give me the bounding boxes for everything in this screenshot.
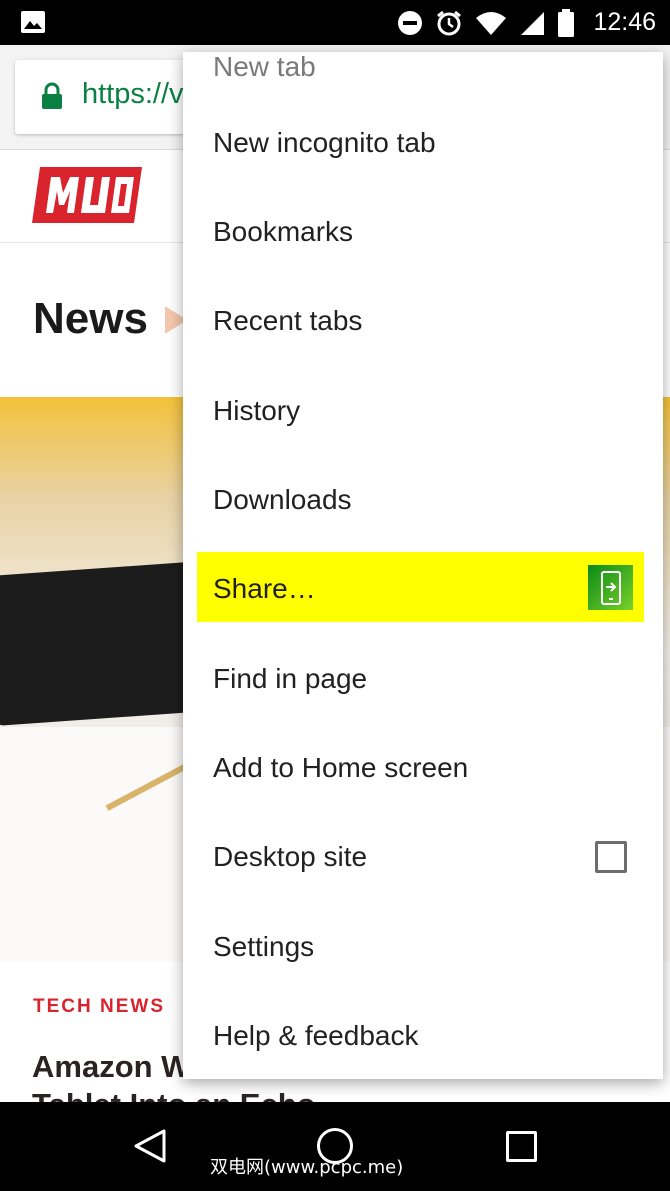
article-category[interactable]: TECH NEWS [33, 996, 165, 1018]
overflow-menu: New tab New incognito tab Bookmarks Rece… [183, 52, 663, 1079]
wifi-icon [476, 11, 507, 35]
section-title: News [33, 294, 148, 343]
menu-item-add-to-home-screen[interactable]: Add to Home screen [183, 723, 663, 812]
desktop-site-checkbox[interactable] [595, 841, 627, 873]
status-bar: 12:46 [0, 0, 670, 45]
phone-share-glyph [600, 570, 621, 605]
battery-icon [558, 8, 575, 37]
do-not-disturb-icon [398, 10, 423, 35]
menu-item-desktop-site[interactable]: Desktop site [183, 812, 663, 901]
lock-icon [42, 82, 62, 109]
url-text[interactable]: https://v [82, 78, 184, 111]
recent-apps-icon[interactable] [506, 1131, 537, 1162]
share-icon[interactable] [588, 565, 633, 610]
clock-time: 12:46 [593, 8, 656, 36]
menu-item-bookmarks[interactable]: Bookmarks [183, 187, 663, 276]
menu-item-downloads[interactable]: Downloads [183, 455, 663, 544]
watermark: 双电网(www.pcpc.me) [210, 1157, 404, 1178]
muo-logo[interactable] [32, 165, 142, 225]
menu-item-settings[interactable]: Settings [183, 902, 663, 991]
menu-item-recent-tabs[interactable]: Recent tabs [183, 276, 663, 365]
menu-item-new-incognito-tab[interactable]: New incognito tab [183, 98, 663, 187]
menu-item-find-in-page[interactable]: Find in page [183, 634, 663, 723]
menu-item-help-feedback[interactable]: Help & feedback [183, 991, 663, 1079]
menu-item-history[interactable]: History [183, 366, 663, 455]
back-icon[interactable] [132, 1128, 168, 1164]
cell-signal-icon [521, 11, 545, 35]
image-icon [21, 11, 45, 33]
alarm-icon [437, 10, 462, 35]
